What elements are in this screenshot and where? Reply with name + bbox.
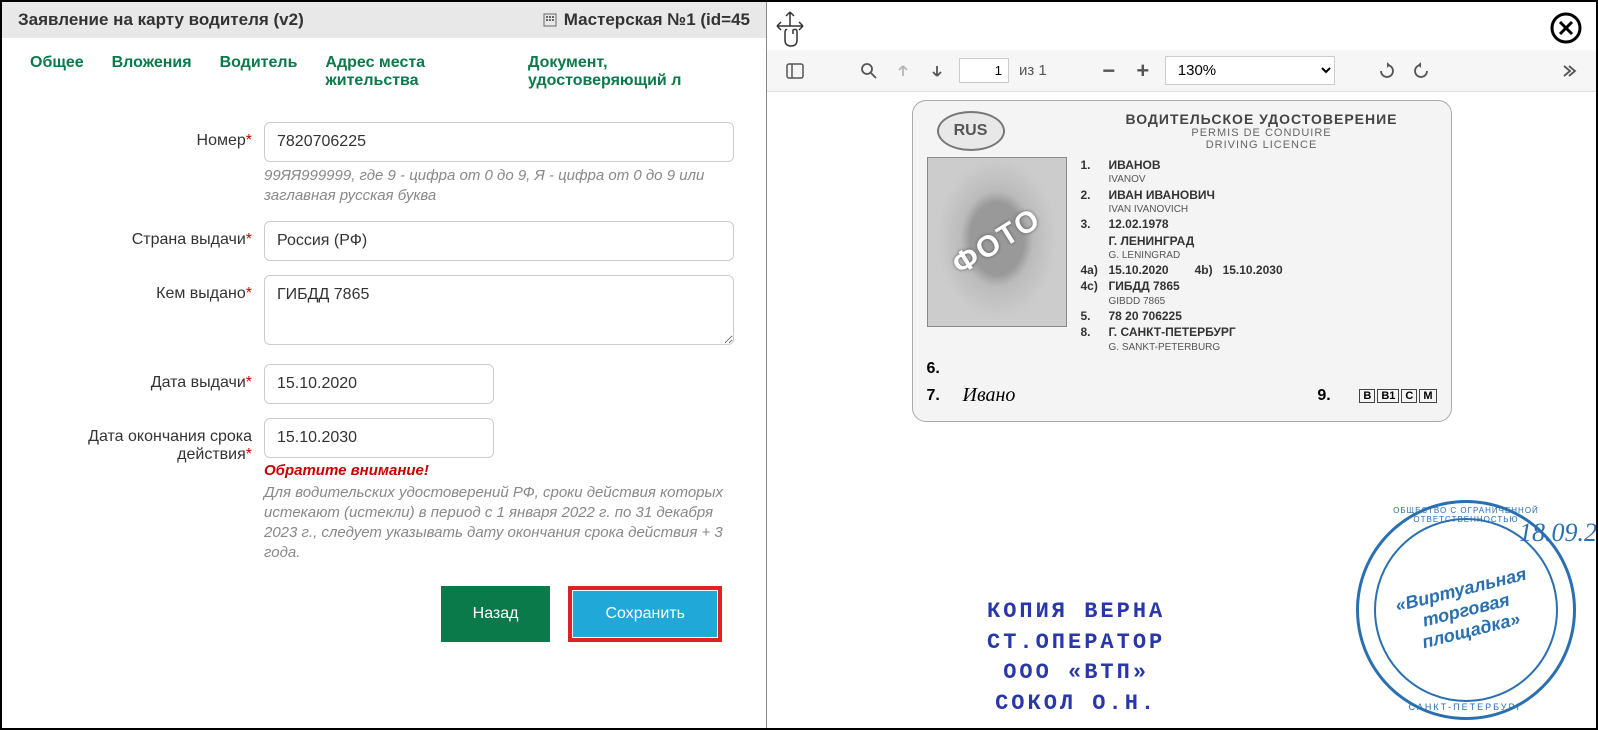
- hint-number: 99ЯЯ999999, где 9 - цифра от 0 до 9, Я -…: [264, 166, 734, 207]
- expiry-note: Для водительских удостоверений РФ, сроки…: [264, 483, 734, 564]
- page-title: Заявление на карту водителя (v2): [18, 10, 304, 30]
- preview-panel: из 1 − + 130% RUS ВОДИТЕЛЬСКОЕ УДОСТОВЕР…: [767, 2, 1596, 728]
- tab-general[interactable]: Общее: [30, 54, 84, 90]
- zoom-out-icon[interactable]: −: [1097, 59, 1121, 83]
- photo-placeholder: ФОТО: [927, 157, 1067, 327]
- page-count: из 1: [1019, 62, 1047, 79]
- tab-driver[interactable]: Водитель: [220, 54, 298, 90]
- pdf-toolbar: из 1 − + 130%: [767, 50, 1596, 92]
- workshop-label: Мастерская №1 (id=45: [542, 10, 750, 30]
- save-highlight: Сохранить: [568, 586, 722, 642]
- category-boxes: BB1CM: [1359, 389, 1436, 403]
- tab-attachments[interactable]: Вложения: [112, 54, 192, 90]
- building-icon: [542, 12, 558, 28]
- close-button[interactable]: [1550, 12, 1582, 49]
- label-expiry: Дата окончания срока действия*: [32, 418, 264, 464]
- page-down-icon[interactable]: [925, 59, 949, 83]
- input-expiry[interactable]: [264, 418, 494, 458]
- textarea-issued-by[interactable]: ГИБДД 7865: [264, 275, 734, 345]
- input-country[interactable]: [264, 221, 734, 261]
- label-number: Номер*: [32, 122, 264, 150]
- save-button[interactable]: Сохранить: [573, 591, 717, 637]
- form-area: Номер* 99ЯЯ999999, где 9 - цифра от 0 до…: [2, 102, 766, 728]
- input-issue-date[interactable]: [264, 364, 494, 404]
- licence-card: RUS ВОДИТЕЛЬСКОЕ УДОСТОВЕРЕНИЕ PERMIS DE…: [912, 100, 1452, 422]
- expiry-warning: Обратите внимание!: [264, 462, 734, 479]
- licence-sub1: PERMIS DE CONDUIRE: [1087, 127, 1437, 139]
- sidebar-toggle-icon[interactable]: [783, 59, 807, 83]
- page-number-input[interactable]: [959, 58, 1009, 83]
- rus-badge: RUS: [937, 111, 1005, 151]
- back-button[interactable]: Назад: [441, 586, 551, 642]
- label-issue-date: Дата выдачи*: [32, 364, 264, 392]
- input-number[interactable]: [264, 122, 734, 162]
- rotate-cw-icon[interactable]: [1375, 59, 1399, 83]
- document-area: RUS ВОДИТЕЛЬСКОЕ УДОСТОВЕРЕНИЕ PERMIS DE…: [767, 92, 1596, 728]
- more-tools-icon[interactable]: [1556, 59, 1580, 83]
- rotate-ccw-icon[interactable]: [1409, 59, 1433, 83]
- drag-handle-icon[interactable]: [773, 8, 807, 53]
- label-country: Страна выдачи*: [32, 221, 264, 249]
- licence-title: ВОДИТЕЛЬСКОЕ УДОСТОВЕРЕНИЕ: [1087, 111, 1437, 127]
- tab-document[interactable]: Документ, удостоверяющий л: [528, 54, 738, 90]
- zoom-in-icon[interactable]: +: [1131, 59, 1155, 83]
- zoom-select[interactable]: 130%: [1165, 56, 1335, 85]
- header-bar: Заявление на карту водителя (v2) Мастерс…: [2, 2, 766, 38]
- tabs: Общее Вложения Водитель Адрес места жите…: [2, 38, 766, 102]
- form-panel: Заявление на карту водителя (v2) Мастерс…: [2, 2, 767, 728]
- signature: Ивано: [963, 384, 1016, 407]
- seal: 18.09.2023 ОБЩЕСТВО С ОГРАНИЧЕННОЙ ОТВЕТ…: [1356, 500, 1576, 720]
- tab-address[interactable]: Адрес места жительства: [325, 54, 500, 90]
- licence-fields: 1.ИВАНОВIVANOV 2.ИВАН ИВАНОВИЧIVAN IVANO…: [1081, 157, 1437, 354]
- stamp-text: КОПИЯ ВЕРНА СТ.ОПЕРАТОР ООО «ВТП» СОКОЛ …: [987, 597, 1165, 720]
- licence-sub2: DRIVING LICENCE: [1087, 139, 1437, 151]
- search-icon[interactable]: [857, 59, 881, 83]
- close-icon: [1550, 12, 1582, 44]
- label-issued-by: Кем выдано*: [32, 275, 264, 303]
- page-up-icon[interactable]: [891, 59, 915, 83]
